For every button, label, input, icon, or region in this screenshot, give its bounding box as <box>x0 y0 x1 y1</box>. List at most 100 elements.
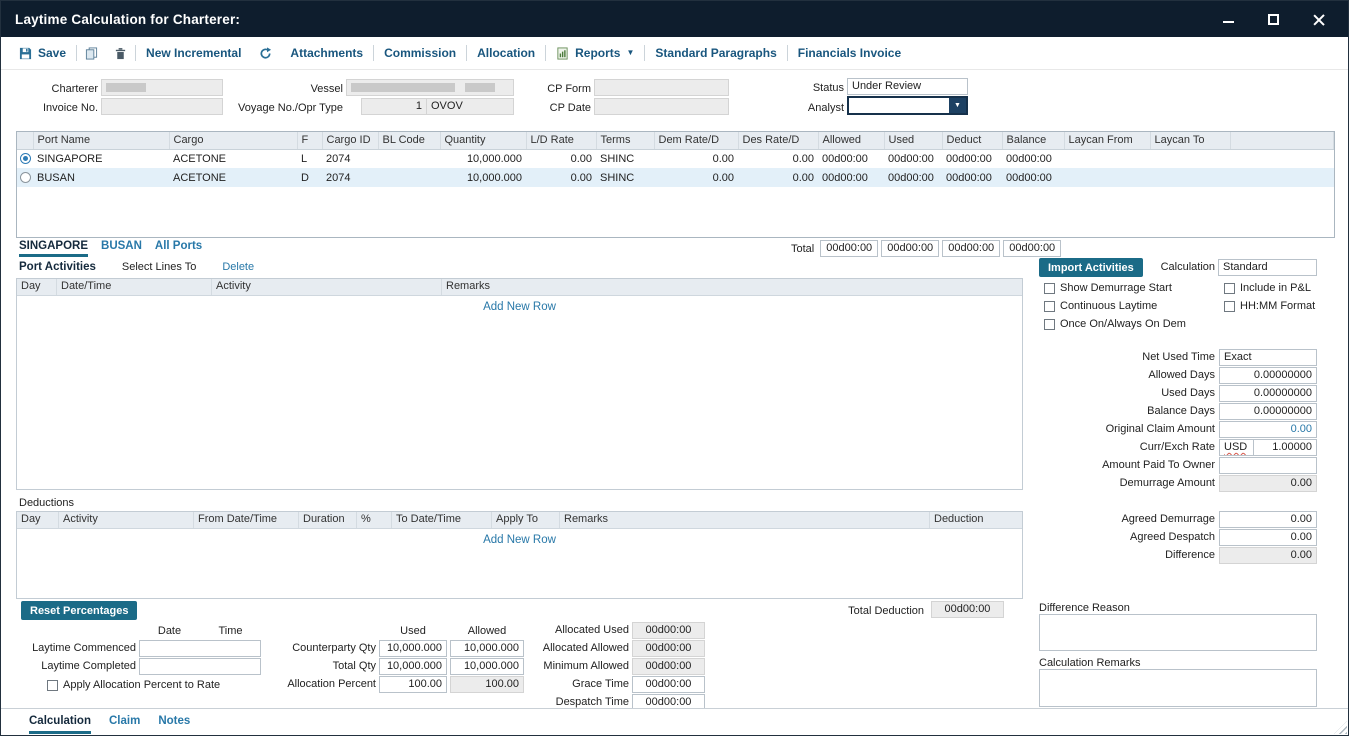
charterer-label: Charterer <box>19 81 98 98</box>
column-header[interactable]: To Date/Time <box>392 512 492 528</box>
attachments-button[interactable]: Attachments <box>280 46 373 60</box>
port-tab-bar: SINGAPORE BUSAN All Ports <box>19 240 202 257</box>
checkbox-hhmm-format[interactable]: HH:MM Format <box>1224 300 1315 312</box>
currency-field[interactable]: USD <box>1219 439 1254 456</box>
difference-reason-field[interactable] <box>1039 614 1317 651</box>
column-header[interactable]: Allowed <box>818 132 884 149</box>
allocation-percent-used[interactable]: 100.00 <box>379 676 447 693</box>
column-header[interactable]: L/D Rate <box>526 132 596 149</box>
balance-days-field[interactable]: 0.00000000 <box>1219 403 1317 420</box>
cell: D <box>297 168 322 187</box>
grace-time-value[interactable]: 00d00:00 <box>632 676 705 693</box>
exch-rate-field[interactable]: 1.00000 <box>1253 439 1317 456</box>
column-header[interactable]: Remarks <box>442 279 1022 295</box>
port-row-radio[interactable] <box>20 153 31 164</box>
column-header[interactable]: Laycan From <box>1064 132 1150 149</box>
port-row-singapore[interactable]: SINGAPORE ACETONE L 2074 10,000.000 0.00… <box>17 149 1334 168</box>
column-header[interactable]: Used <box>884 132 942 149</box>
column-header[interactable]: Balance <box>1002 132 1064 149</box>
commission-button[interactable]: Commission <box>374 46 466 60</box>
port-row-radio[interactable] <box>20 172 31 183</box>
column-header[interactable]: Activity <box>59 512 194 528</box>
tab-singapore[interactable]: SINGAPORE <box>19 240 88 257</box>
column-header[interactable]: Apply To <box>492 512 560 528</box>
column-header[interactable]: Remarks <box>560 512 930 528</box>
column-header[interactable]: Des Rate/D <box>738 132 818 149</box>
chevron-down-icon[interactable]: ▼ <box>949 98 966 113</box>
status-field[interactable]: Under Review <box>847 78 968 95</box>
counterparty-qty-used[interactable]: 10,000.000 <box>379 640 447 657</box>
column-header[interactable]: Quantity <box>440 132 526 149</box>
column-header[interactable]: Laycan To <box>1150 132 1230 149</box>
checkbox-label: HH:MM Format <box>1240 300 1315 312</box>
column-header[interactable]: Date/Time <box>57 279 212 295</box>
allowed-days-label: Allowed Days <box>1041 367 1215 384</box>
add-new-row-link[interactable]: Add New Row <box>17 534 1022 546</box>
column-header[interactable]: Activity <box>212 279 442 295</box>
column-header[interactable]: Cargo ID <box>322 132 378 149</box>
checkbox-once-on-always-on-dem[interactable]: Once On/Always On Dem <box>1044 318 1186 330</box>
refresh-button[interactable] <box>251 47 280 60</box>
calculation-field[interactable]: Standard <box>1218 259 1317 276</box>
column-header[interactable]: Duration <box>299 512 357 528</box>
financials-invoice-button[interactable]: Financials Invoice <box>788 46 911 60</box>
close-icon[interactable] <box>1311 12 1326 27</box>
laytime-completed-field[interactable] <box>139 658 261 675</box>
apply-allocation-checkbox[interactable]: Apply Allocation Percent to Rate <box>47 679 220 691</box>
analyst-dropdown[interactable]: ▼ <box>847 96 968 115</box>
reset-percentages-button[interactable]: Reset Percentages <box>21 601 137 620</box>
port-activities-table: Day Date/Time Activity Remarks Add New R… <box>16 278 1023 490</box>
allocated-allowed-label: Allocated Allowed <box>513 640 629 657</box>
port-row-busan[interactable]: BUSAN ACETONE D 2074 10,000.000 0.00 SHI… <box>17 168 1334 187</box>
save-button[interactable]: Save <box>9 46 76 60</box>
reports-menu-button[interactable]: Reports ▼ <box>546 46 644 60</box>
delete-button[interactable] <box>106 47 135 60</box>
column-header[interactable]: Dem Rate/D <box>654 132 738 149</box>
copy-button[interactable] <box>77 47 106 60</box>
import-activities-button[interactable]: Import Activities <box>1039 258 1143 277</box>
new-incremental-button[interactable]: New Incremental <box>136 46 251 60</box>
checkbox-include-in-pnl[interactable]: Include in P&L <box>1224 282 1311 294</box>
laytime-commenced-field[interactable] <box>139 640 261 657</box>
tab-all-ports[interactable]: All Ports <box>155 240 202 257</box>
tab-claim[interactable]: Claim <box>109 715 140 731</box>
grace-time-label: Grace Time <box>513 676 629 693</box>
cell: 2074 <box>322 149 378 168</box>
add-new-row-link[interactable]: Add New Row <box>17 301 1022 313</box>
column-header[interactable]: Deduction <box>930 512 1022 528</box>
agreed-demurrage-field[interactable]: 0.00 <box>1219 511 1317 528</box>
ports-header-row: Port Name Cargo F Cargo ID BL Code Quant… <box>17 132 1334 149</box>
maximize-icon[interactable] <box>1266 12 1281 27</box>
calculation-remarks-field[interactable] <box>1039 669 1317 707</box>
allowed-days-field[interactable]: 0.00000000 <box>1219 367 1317 384</box>
used-days-field[interactable]: 0.00000000 <box>1219 385 1317 402</box>
standard-paragraphs-button[interactable]: Standard Paragraphs <box>645 46 786 60</box>
column-header[interactable]: BL Code <box>378 132 440 149</box>
minimize-icon[interactable] <box>1221 12 1236 27</box>
column-header[interactable]: Day <box>17 279 57 295</box>
agreed-despatch-field[interactable]: 0.00 <box>1219 529 1317 546</box>
net-used-time-field[interactable]: Exact <box>1219 349 1317 366</box>
column-header[interactable]: From Date/Time <box>194 512 299 528</box>
column-header[interactable]: Cargo <box>169 132 297 149</box>
tab-busan[interactable]: BUSAN <box>101 240 142 257</box>
column-header[interactable]: Terms <box>596 132 654 149</box>
amount-paid-to-owner-field[interactable] <box>1219 457 1317 474</box>
checkbox-show-demurrage-start[interactable]: Show Demurrage Start <box>1044 282 1172 294</box>
tab-notes[interactable]: Notes <box>158 715 190 731</box>
checkbox-continuous-laytime[interactable]: Continuous Laytime <box>1044 300 1157 312</box>
allocation-button[interactable]: Allocation <box>467 46 545 60</box>
total-qty-used[interactable]: 10,000.000 <box>379 658 447 675</box>
delete-lines-link[interactable]: Delete <box>222 261 254 273</box>
currency-code: USD <box>1224 441 1247 453</box>
column-header[interactable]: % <box>357 512 392 528</box>
tab-calculation[interactable]: Calculation <box>29 715 91 734</box>
original-claim-amount-field[interactable]: 0.00 <box>1219 421 1317 438</box>
column-header[interactable]: Port Name <box>33 132 169 149</box>
save-label: Save <box>38 46 66 60</box>
column-header[interactable]: Day <box>17 512 59 528</box>
tab-port-activities[interactable]: Port Activities <box>19 261 96 273</box>
column-header[interactable]: Deduct <box>942 132 1002 149</box>
checkbox-box <box>1044 301 1055 312</box>
column-header[interactable]: F <box>297 132 322 149</box>
